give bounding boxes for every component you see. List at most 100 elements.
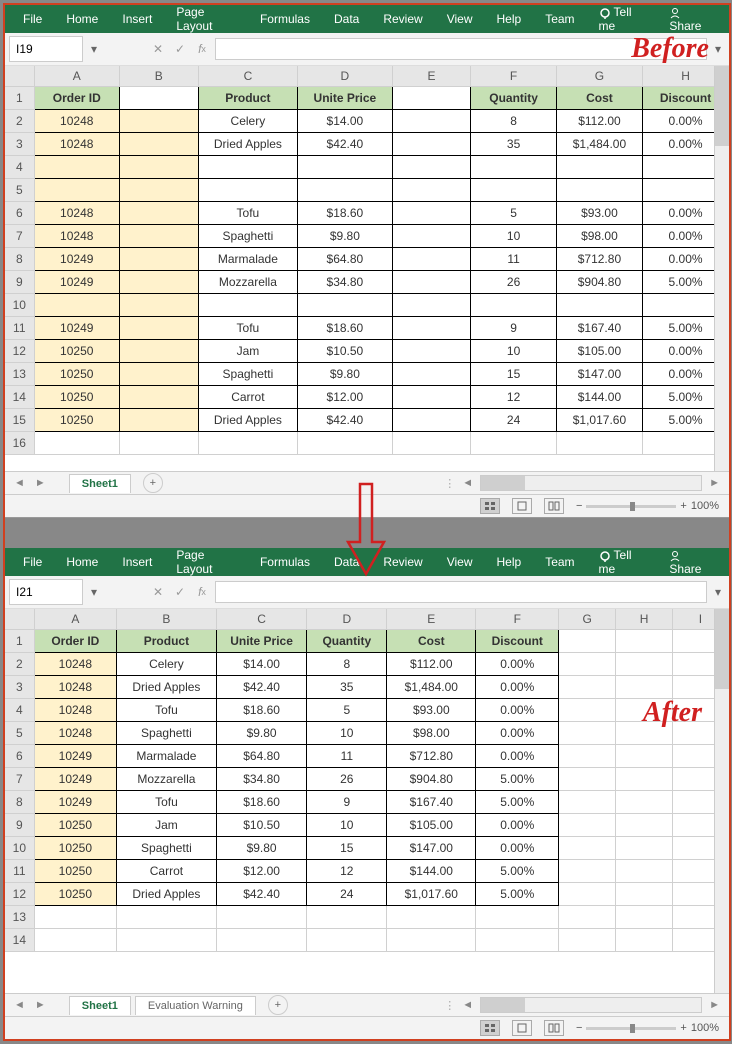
tab-scroll-divider-icon[interactable]: ⋮ — [444, 999, 455, 1012]
zoom-level[interactable]: 100% — [691, 1022, 719, 1034]
cell-E1[interactable] — [392, 87, 471, 110]
ribbon-tab-help[interactable]: Help — [485, 6, 534, 32]
cell-D12[interactable]: 24 — [307, 883, 387, 906]
add-sheet-button[interactable]: + — [143, 473, 163, 493]
cell-F1[interactable]: Quantity — [471, 87, 556, 110]
cell-H1[interactable] — [616, 630, 673, 653]
ribbon-tab-review[interactable]: Review — [371, 6, 434, 32]
cell-B16[interactable] — [119, 432, 198, 455]
cell-B14[interactable] — [117, 929, 217, 952]
cell-C13[interactable] — [216, 906, 307, 929]
cell-C4[interactable]: $18.60 — [216, 699, 307, 722]
cell-H9[interactable] — [616, 814, 673, 837]
cell-B1[interactable] — [119, 87, 198, 110]
cell-F8[interactable]: 11 — [471, 248, 556, 271]
cell-E7[interactable] — [392, 225, 471, 248]
cell-H12[interactable] — [616, 883, 673, 906]
col-header-F[interactable]: F — [471, 66, 556, 87]
cell-B14[interactable] — [119, 386, 198, 409]
cell-C5[interactable]: $9.80 — [216, 722, 307, 745]
cell-A7[interactable]: 10248 — [34, 225, 119, 248]
cell-E9[interactable]: $105.00 — [387, 814, 476, 837]
sheet-tab-evaluation-warning[interactable]: Evaluation Warning — [135, 996, 256, 1015]
cell-E10[interactable]: $147.00 — [387, 837, 476, 860]
row-header-6[interactable]: 6 — [5, 202, 34, 225]
row-header-10[interactable]: 10 — [5, 294, 34, 317]
cell-F3[interactable]: 35 — [471, 133, 556, 156]
formula-bar[interactable] — [215, 38, 707, 60]
cell-A2[interactable]: 10248 — [34, 653, 116, 676]
cell-F11[interactable]: 5.00% — [476, 860, 559, 883]
cell-B4[interactable]: Tofu — [117, 699, 217, 722]
cell-D8[interactable]: 9 — [307, 791, 387, 814]
row-header-8[interactable]: 8 — [5, 248, 34, 271]
cell-D2[interactable]: 8 — [307, 653, 387, 676]
cell-D9[interactable]: $34.80 — [298, 271, 392, 294]
cell-A2[interactable]: 10248 — [34, 110, 119, 133]
sheet-tab-sheet1[interactable]: Sheet1 — [69, 474, 131, 493]
col-header-E[interactable]: E — [387, 609, 476, 630]
page-break-view-icon[interactable] — [544, 1020, 564, 1036]
normal-view-icon[interactable] — [480, 1020, 500, 1036]
cell-D9[interactable]: 10 — [307, 814, 387, 837]
cancel-formula-icon[interactable]: ✕ — [149, 40, 167, 58]
row-header-16[interactable]: 16 — [5, 432, 34, 455]
cell-D15[interactable]: $42.40 — [298, 409, 392, 432]
col-header-H[interactable]: H — [616, 609, 673, 630]
col-header-G[interactable]: G — [556, 66, 642, 87]
cell-B13[interactable] — [119, 363, 198, 386]
cell-C6[interactable]: Tofu — [198, 202, 298, 225]
cell-C1[interactable]: Product — [198, 87, 298, 110]
cell-B9[interactable] — [119, 271, 198, 294]
cell-D4[interactable] — [298, 156, 392, 179]
cell-D13[interactable] — [307, 906, 387, 929]
zoom-in-icon[interactable]: + — [680, 500, 686, 512]
cell-G13[interactable]: $147.00 — [556, 363, 642, 386]
ribbon-tab-review[interactable]: Review — [371, 549, 434, 575]
cell-G3[interactable] — [559, 676, 616, 699]
cell-G11[interactable]: $167.40 — [556, 317, 642, 340]
hscroll-right-icon[interactable]: ► — [706, 477, 723, 489]
cell-C9[interactable]: $10.50 — [216, 814, 307, 837]
fx-icon[interactable]: fx — [193, 583, 211, 601]
row-header-14[interactable]: 14 — [5, 386, 34, 409]
cell-A13[interactable]: 10250 — [34, 363, 119, 386]
cell-F6[interactable]: 5 — [471, 202, 556, 225]
ribbon-tab-file[interactable]: File — [11, 6, 54, 32]
cell-A12[interactable]: 10250 — [34, 883, 116, 906]
row-header-11[interactable]: 11 — [5, 860, 34, 883]
vertical-scrollbar[interactable] — [714, 66, 729, 471]
cell-C14[interactable] — [216, 929, 307, 952]
cell-A5[interactable] — [34, 179, 119, 202]
cell-B11[interactable]: Carrot — [117, 860, 217, 883]
cell-C12[interactable]: $42.40 — [216, 883, 307, 906]
name-box[interactable] — [9, 579, 83, 605]
cell-C5[interactable] — [198, 179, 298, 202]
row-header-10[interactable]: 10 — [5, 837, 34, 860]
cell-C2[interactable]: $14.00 — [216, 653, 307, 676]
cell-E15[interactable] — [392, 409, 471, 432]
cell-D4[interactable]: 5 — [307, 699, 387, 722]
col-header-E[interactable]: E — [392, 66, 471, 87]
hscroll-left-icon[interactable]: ◄ — [459, 999, 476, 1011]
add-sheet-button[interactable]: + — [268, 995, 288, 1015]
cell-E14[interactable] — [392, 386, 471, 409]
col-header-B[interactable]: B — [117, 609, 217, 630]
cell-F2[interactable]: 0.00% — [476, 653, 559, 676]
cell-C14[interactable]: Carrot — [198, 386, 298, 409]
cell-F6[interactable]: 0.00% — [476, 745, 559, 768]
ribbon-tab-file[interactable]: File — [11, 549, 54, 575]
cell-D6[interactable]: 11 — [307, 745, 387, 768]
ribbon-tab-view[interactable]: View — [435, 549, 485, 575]
cell-D10[interactable] — [298, 294, 392, 317]
cell-A12[interactable]: 10250 — [34, 340, 119, 363]
col-header-A[interactable]: A — [34, 66, 119, 87]
cell-F11[interactable]: 9 — [471, 317, 556, 340]
cell-H3[interactable] — [616, 676, 673, 699]
cell-D3[interactable]: 35 — [307, 676, 387, 699]
cell-A11[interactable]: 10249 — [34, 317, 119, 340]
cell-F14[interactable]: 12 — [471, 386, 556, 409]
row-header-9[interactable]: 9 — [5, 271, 34, 294]
cell-C2[interactable]: Celery — [198, 110, 298, 133]
cell-G10[interactable] — [559, 837, 616, 860]
